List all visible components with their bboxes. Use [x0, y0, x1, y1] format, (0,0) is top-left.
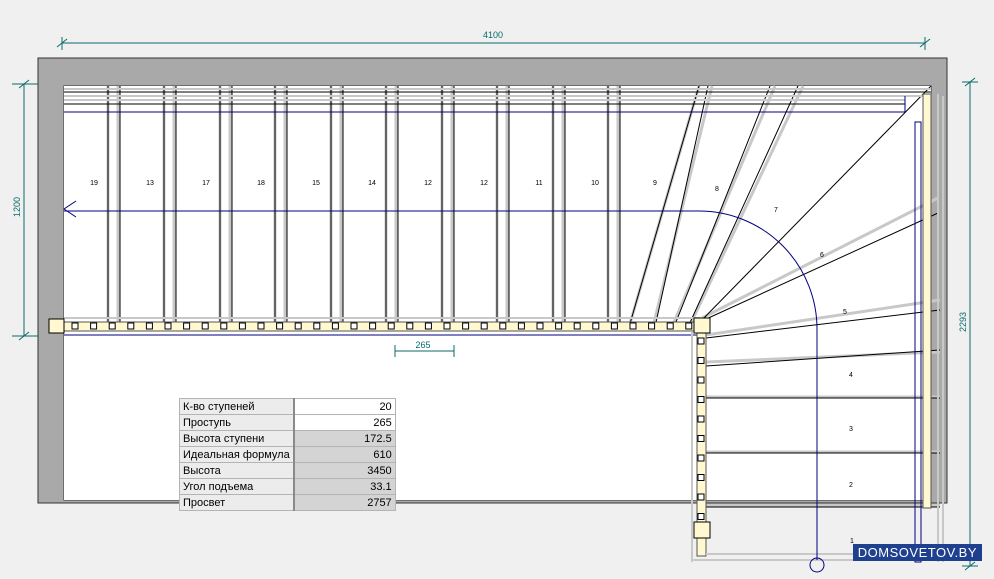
step-number: 10	[591, 180, 599, 187]
dimension-top-label: 4100	[483, 30, 503, 40]
baluster	[369, 322, 377, 330]
step-number: 4	[849, 372, 853, 379]
baluster	[220, 322, 228, 330]
param-row-angle: Угол подъема 33.1	[178, 478, 396, 495]
step-number: 14	[368, 180, 376, 187]
step-number: 12	[424, 180, 432, 187]
param-row-tread: Проступь 265	[178, 414, 396, 431]
baluster	[697, 396, 705, 403]
baluster	[183, 322, 191, 330]
dimension-left-label: 1200	[12, 197, 22, 217]
param-row-formula: Идеальная формула 610	[178, 446, 396, 463]
step-number: 15	[312, 180, 320, 187]
baluster	[697, 474, 705, 481]
param-row-riser: Высота ступени 172.5	[178, 430, 396, 447]
param-row-height: Высота 3450	[178, 462, 396, 479]
baluster	[387, 322, 395, 330]
step-number: 18	[257, 180, 265, 187]
baluster	[697, 513, 705, 520]
baluster	[276, 322, 284, 330]
baluster	[629, 322, 637, 330]
newel-post-left	[48, 318, 65, 334]
step-number: 3	[849, 426, 853, 433]
param-label: Высота ступени	[178, 430, 295, 447]
step-number: 11	[535, 180, 542, 187]
param-value-tread[interactable]: 265	[293, 414, 396, 431]
baluster	[424, 322, 432, 330]
baluster	[685, 322, 693, 330]
baluster	[313, 322, 321, 330]
newel-post-corner	[693, 317, 711, 334]
param-row-steps: К-во ступеней 20	[178, 398, 396, 415]
dimension-tread-label: 265	[415, 340, 430, 350]
baluster	[610, 322, 618, 330]
baluster	[697, 357, 705, 364]
baluster	[257, 322, 265, 330]
step-number: 13	[146, 180, 154, 187]
step-number: 5	[843, 309, 847, 316]
baluster	[697, 415, 705, 423]
param-value-formula: 610	[293, 446, 396, 463]
baluster	[480, 322, 488, 330]
staircase-plan-drawing: 4100 1200 2293 265 19 13 17 18 15 14 12 …	[12, 30, 978, 573]
param-value-angle: 33.1	[293, 478, 396, 495]
baluster	[350, 322, 358, 330]
baluster	[127, 322, 135, 330]
step-number: 7	[774, 207, 778, 214]
baluster	[517, 322, 525, 330]
baluster	[499, 322, 507, 330]
param-label: Угол подъема	[178, 478, 295, 495]
step-number: 2	[849, 482, 853, 489]
step-number: 6	[820, 252, 824, 259]
dimension-right-label: 2293	[958, 312, 968, 332]
param-value-height: 3450	[293, 462, 396, 479]
param-label: Проступь	[178, 414, 295, 431]
baluster	[90, 322, 98, 330]
baluster	[536, 322, 544, 330]
param-label: Высота	[178, 462, 295, 479]
step-number: 12	[480, 180, 488, 187]
baluster	[294, 322, 302, 330]
newel-post-bottom	[693, 521, 711, 539]
baluster	[406, 322, 414, 330]
watermark-logo: DOMSOVETOV.BY	[852, 544, 982, 561]
baluster	[555, 322, 563, 330]
baluster	[697, 493, 705, 501]
step-number: 19	[90, 180, 98, 187]
baluster	[108, 322, 116, 330]
param-value-riser: 172.5	[293, 430, 396, 447]
baluster	[331, 322, 339, 330]
step-number: 17	[202, 180, 210, 187]
baluster	[697, 435, 705, 442]
baluster	[238, 322, 246, 330]
baluster	[573, 322, 581, 330]
baluster	[145, 322, 153, 330]
baluster	[201, 322, 209, 330]
step-number: 8	[715, 186, 719, 193]
baluster	[697, 337, 705, 345]
baluster	[164, 322, 172, 330]
stair-parameters-table: К-во ступеней 20 Проступь 265 Высота сту…	[178, 398, 396, 511]
param-value-clearance: 2757	[293, 494, 396, 511]
baluster	[697, 376, 705, 384]
param-label: К-во ступеней	[178, 398, 295, 415]
step-number: 9	[653, 180, 657, 187]
baluster	[592, 322, 600, 330]
baluster	[71, 322, 79, 330]
param-value-steps[interactable]: 20	[293, 398, 396, 415]
param-label: Идеальная формула	[178, 446, 295, 463]
param-row-clearance: Просвет 2757	[178, 494, 396, 511]
baluster	[666, 322, 674, 330]
param-label: Просвет	[178, 494, 295, 511]
baluster	[648, 322, 656, 330]
baluster	[443, 322, 451, 330]
baluster	[697, 454, 705, 462]
baluster	[462, 322, 470, 330]
